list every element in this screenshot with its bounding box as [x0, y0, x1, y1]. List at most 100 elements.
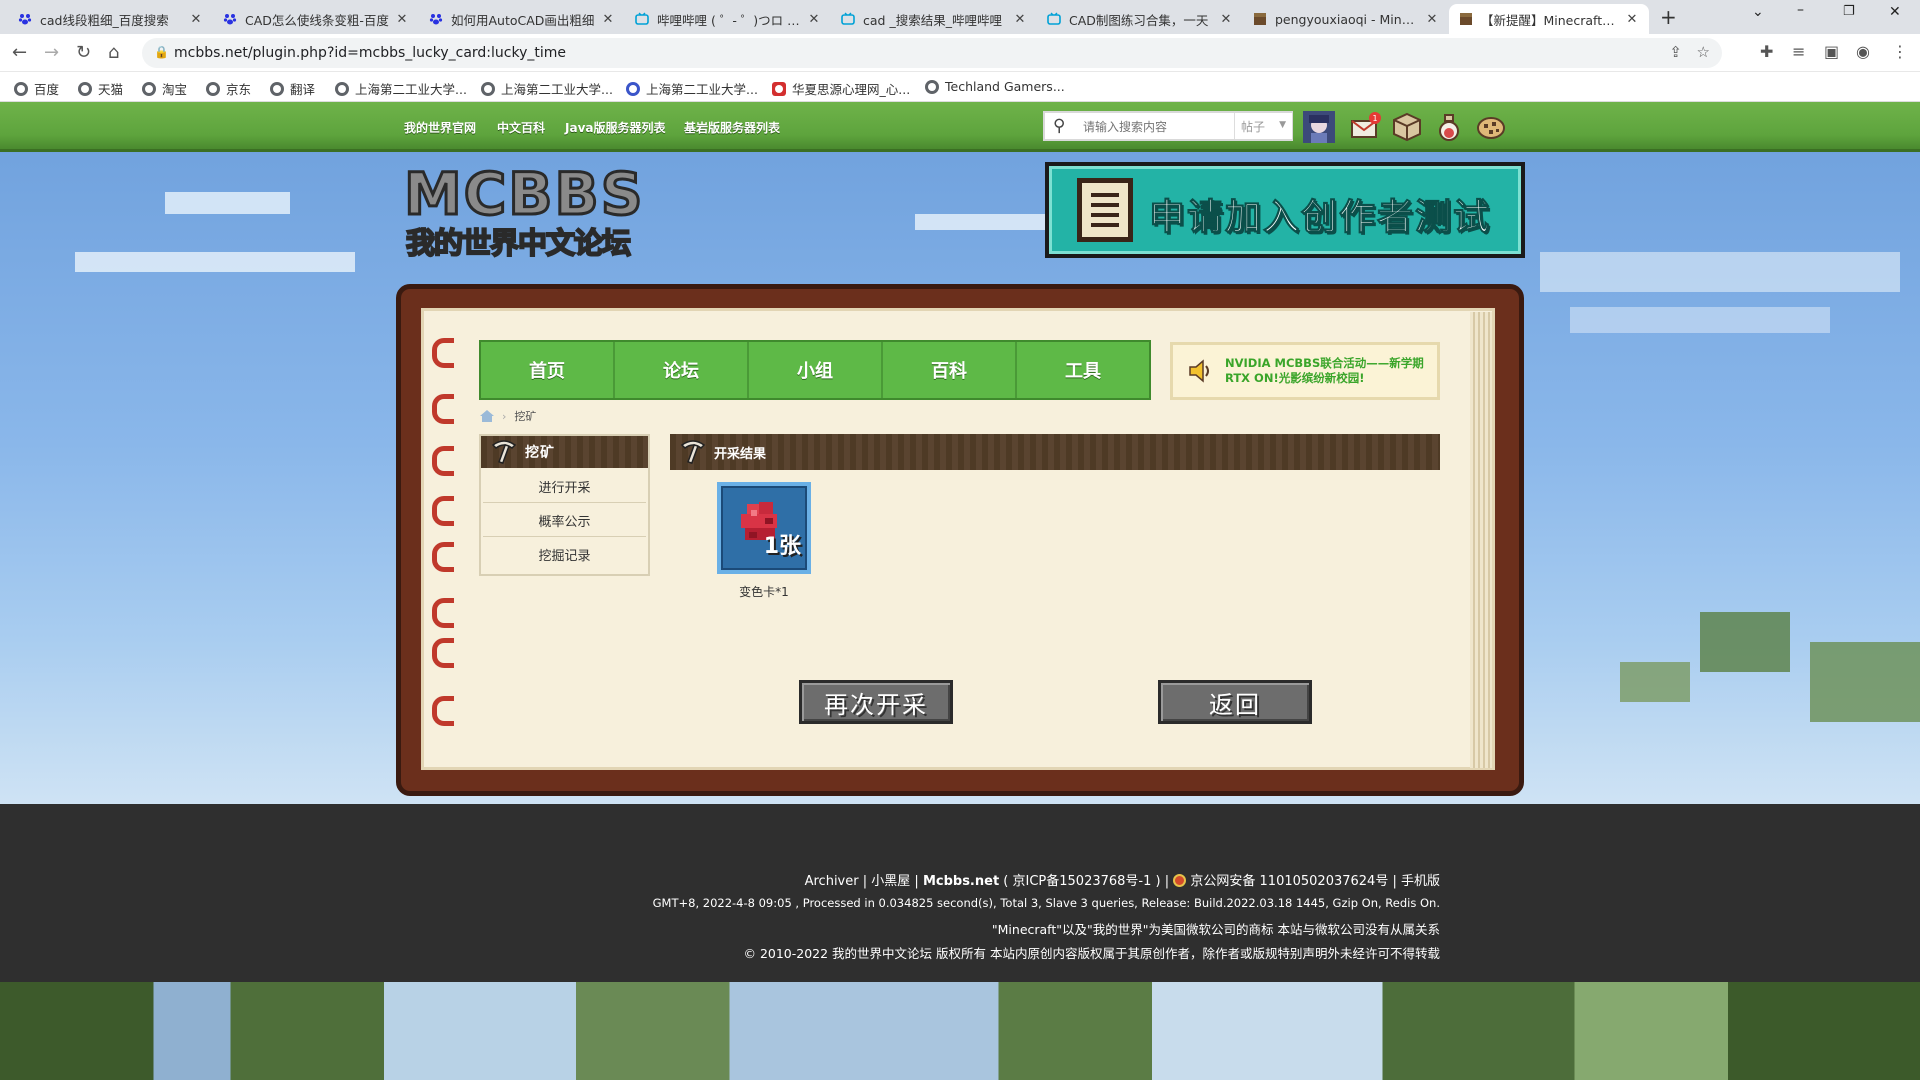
nav-link-wiki[interactable]: 中文百科 [497, 119, 545, 136]
logo-wordmark: MCBBS [402, 160, 645, 228]
bookmark-item[interactable]: 翻译 [270, 79, 315, 98]
back-button[interactable]: 返回 [1158, 680, 1312, 724]
lock-icon[interactable]: 🔒 [154, 45, 169, 59]
close-tab-icon[interactable]: ✕ [1625, 12, 1639, 27]
binding-ring [432, 696, 454, 726]
potion-icon[interactable] [1433, 111, 1465, 143]
tab-search-icon[interactable]: ⌄ [1752, 4, 1764, 20]
tab-6[interactable]: CAD制图练习合集，一天 ✕ [1037, 4, 1243, 34]
side-panel-icon[interactable]: ▣ [1824, 42, 1839, 61]
close-tab-icon[interactable]: ✕ [395, 12, 409, 27]
close-tab-icon[interactable]: ✕ [601, 12, 615, 27]
reload-icon[interactable]: ↻ [76, 42, 91, 63]
search-icon[interactable]: ⚲ [1053, 116, 1065, 136]
police-badge-icon [1173, 874, 1187, 887]
menu-icon[interactable]: ⋮ [1892, 42, 1908, 61]
mainnav-tools[interactable]: 工具 [1017, 342, 1149, 398]
messages-icon[interactable]: 1 [1349, 111, 1381, 143]
breadcrumb-current[interactable]: 挖矿 [514, 408, 536, 424]
page-viewport: 我的世界官网 中文百科 Java版服务器列表 基岩版服务器列表 ⚲ 帖子 ▼ 1… [0, 102, 1920, 1080]
extensions-icon[interactable]: ✚ [1760, 42, 1773, 61]
bookmark-item[interactable]: 上海第二工业大学... [481, 79, 613, 98]
forward-icon[interactable]: → [44, 42, 59, 63]
footer-blackroom-link[interactable]: 小黑屋 [871, 874, 910, 889]
bookmark-label: 京东 [226, 82, 252, 97]
url-text[interactable]: mcbbs.net/plugin.php?id=mcbbs_lucky_card… [174, 45, 566, 61]
paper-edge-decoration [1470, 312, 1492, 768]
footer-divider: | [914, 874, 923, 889]
reward-card[interactable]: 1张 [717, 482, 811, 574]
user-avatar[interactable] [1303, 111, 1335, 143]
sidebar-item-records[interactable]: 挖掘记录 [483, 538, 646, 571]
paw-icon [429, 12, 443, 26]
tab-3[interactable]: 如何用AutoCAD画出粗细 ✕ [419, 4, 625, 34]
share-icon[interactable]: ⇪ [1669, 43, 1682, 61]
globe-icon [206, 81, 220, 96]
back-icon[interactable]: ← [12, 42, 27, 63]
home-icon[interactable]: ⌂ [108, 42, 119, 63]
footer-police-record[interactable]: 京公网安备 11010502037624号 [1190, 874, 1388, 889]
nav-link-bedrock-servers[interactable]: 基岩版服务器列表 [684, 119, 780, 136]
bookmark-star-icon[interactable]: ☆ [1697, 43, 1710, 61]
breadcrumb: › 挖矿 [480, 408, 536, 424]
tab-1[interactable]: cad线段粗细_百度搜索 ✕ [8, 4, 213, 34]
maximize-button[interactable]: ❐ [1843, 4, 1855, 19]
tab-2[interactable]: CAD怎么使线条变粗-百度 ✕ [213, 4, 419, 34]
globe-icon [925, 79, 939, 94]
bookmark-item[interactable]: Techland Gamers... [925, 79, 1065, 94]
nav-link-java-servers[interactable]: Java版服务器列表 [565, 119, 665, 136]
close-tab-icon[interactable]: ✕ [1425, 12, 1439, 27]
close-tab-icon[interactable]: ✕ [807, 12, 821, 27]
card-count: 1张 [763, 534, 801, 559]
site-logo[interactable]: MCBBS 我的世界中文论坛 [400, 160, 668, 262]
creator-test-banner[interactable]: 申请加入创作者测试 [1045, 162, 1525, 258]
tab-5[interactable]: cad _搜索结果_哔哩哔哩 ✕ [831, 4, 1037, 34]
binding-ring [432, 338, 454, 368]
bookmark-item[interactable]: 华夏思源心理网_心... [772, 79, 910, 98]
mainnav-forum[interactable]: 论坛 [615, 342, 749, 398]
bookmark-item[interactable]: 上海第二工业大学... [626, 79, 758, 98]
footer-archiver-link[interactable]: Archiver [805, 874, 859, 889]
profile-icon[interactable]: ◉ [1856, 42, 1870, 61]
tab-7[interactable]: pengyouxiaoqi - Minecra ✕ [1243, 4, 1449, 34]
tab-4[interactable]: 哔哩哔哩 ( ゜- ゜)つロ 干杯 ✕ [625, 4, 831, 34]
globe-icon [78, 81, 92, 96]
banner-text: 申请加入创作者测试 [1148, 197, 1492, 239]
footer-icp[interactable]: ( 京ICP备15023768号-1 ) [1003, 874, 1160, 889]
mainnav-home[interactable]: 首页 [481, 342, 615, 398]
close-tab-icon[interactable]: ✕ [1013, 12, 1027, 27]
announcement-box[interactable]: NVIDIA MCBBS联合活动——新学期 RTX ON!光影缤纷新校园! [1170, 342, 1440, 400]
search-scope-select[interactable]: 帖子 ▼ [1234, 113, 1292, 139]
bookmark-item[interactable]: 淘宝 [142, 79, 187, 98]
mainnav-wiki[interactable]: 百科 [883, 342, 1017, 398]
globe-icon [481, 81, 495, 96]
bookmark-item[interactable]: 上海第二工业大学... [335, 79, 467, 98]
close-tab-icon[interactable]: ✕ [189, 12, 203, 27]
new-tab-button[interactable]: + [1660, 5, 1677, 29]
footer-site-name[interactable]: Mcbbs.net [923, 874, 999, 889]
binding-ring [432, 598, 454, 628]
close-tab-icon[interactable]: ✕ [1219, 12, 1233, 27]
crafting-table-icon[interactable] [1391, 111, 1423, 143]
close-window-button[interactable]: ✕ [1889, 4, 1901, 20]
cookie-icon[interactable] [1475, 111, 1507, 143]
footer-mobile-link[interactable]: 手机版 [1401, 874, 1440, 889]
tab-8-active[interactable]: 【新提醒】Minecraft(我的 ✕ [1449, 4, 1649, 34]
home-icon[interactable] [480, 410, 494, 422]
mine-again-button[interactable]: 再次开采 [799, 680, 953, 724]
bookmark-item[interactable]: 京东 [206, 79, 251, 98]
tab-title: cad线段粗细_百度搜索 [40, 12, 169, 28]
bookmark-item[interactable]: 天猫 [78, 79, 123, 98]
nav-link-official[interactable]: 我的世界官网 [404, 119, 476, 136]
bookmark-item[interactable]: 百度 [14, 79, 59, 98]
address-bar[interactable]: 🔒 mcbbs.net/plugin.php?id=mcbbs_lucky_ca… [142, 38, 1722, 68]
reading-list-icon[interactable]: ≡ [1792, 42, 1805, 61]
announcement-line-2: RTX ON!光影缤纷新校园! [1225, 371, 1365, 385]
tv-icon [841, 12, 855, 26]
sidebar-item-probability[interactable]: 概率公示 [483, 504, 646, 537]
bookmarks-bar: 百度 天猫 淘宝 京东 翻译 上海第二工业大学... 上海第二工业大学... 上… [0, 72, 1920, 102]
sidebar-item-mine[interactable]: 进行开采 [483, 470, 646, 503]
mainnav-groups[interactable]: 小组 [749, 342, 883, 398]
minimize-button[interactable]: – [1797, 2, 1804, 18]
tab-title: 如何用AutoCAD画出粗细 [451, 12, 595, 28]
